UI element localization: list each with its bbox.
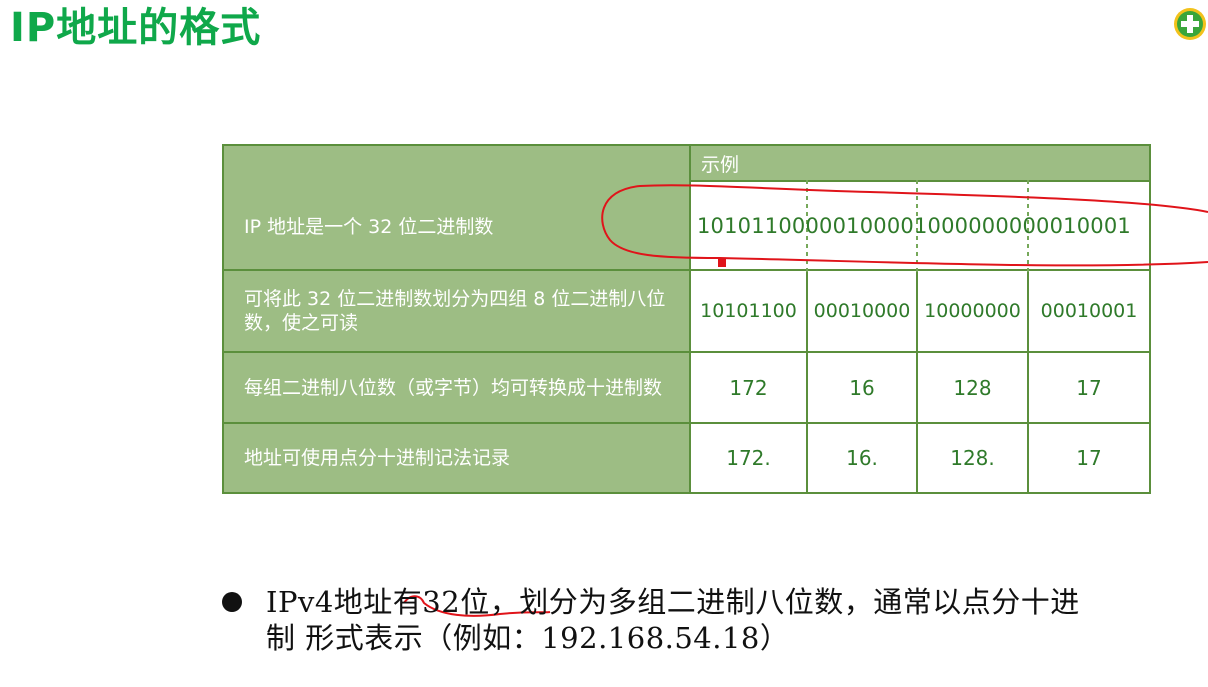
ip-format-table: IP 地址是一个 32 位二进制数 示例 1010110000010000100… — [222, 144, 1152, 494]
octet-binary: 10000000 — [916, 269, 1029, 353]
octet-dotted: 172. — [689, 422, 808, 494]
plus-logo-icon — [1174, 8, 1206, 40]
page-title: IP地址的格式 — [10, 5, 262, 51]
octet-dotted: 16. — [806, 422, 918, 494]
bullet-paragraph: IPv4地址有32位，划分为多组二进制八位数，通常以点分十进 制 形式表示（例如… — [266, 584, 1208, 656]
ip-row-label-1: IP 地址是一个 32 位二进制数 — [222, 144, 691, 271]
binary-full-value: 10101100000100001000000000010001 — [697, 213, 1131, 238]
ip-row-label-3: 每组二进制八位数（或字节）均可转换成十进制数 — [222, 351, 691, 424]
octet-decimal: 128 — [916, 351, 1029, 424]
ip-row-label-4: 地址可使用点分十进制记法记录 — [222, 422, 691, 494]
binary-full-cell: 10101100000100001000000000010001 — [688, 180, 1152, 272]
octet-decimal: 17 — [1026, 351, 1152, 424]
bullet-dot — [222, 592, 242, 612]
octet-binary: 00010001 — [1026, 269, 1152, 353]
octet-decimal: 172 — [689, 351, 808, 424]
octet-dotted: 128. — [916, 422, 1029, 494]
octet-dotted: 17 — [1026, 422, 1152, 494]
bullet-line-2: 制 形式表示（例如：192.168.54.18） — [266, 621, 790, 655]
example-header: 示例 — [688, 144, 1152, 182]
bullet-line-1: IPv4地址有32位，划分为多组二进制八位数，通常以点分十进 — [266, 585, 1080, 619]
octet-decimal: 16 — [806, 351, 918, 424]
ip-row-label-2: 可将此 32 位二进制数划分为四组 8 位二进制八位数，使之可读 — [222, 269, 691, 353]
octet-binary: 00010000 — [806, 269, 918, 353]
octet-binary: 10101100 — [689, 269, 808, 353]
